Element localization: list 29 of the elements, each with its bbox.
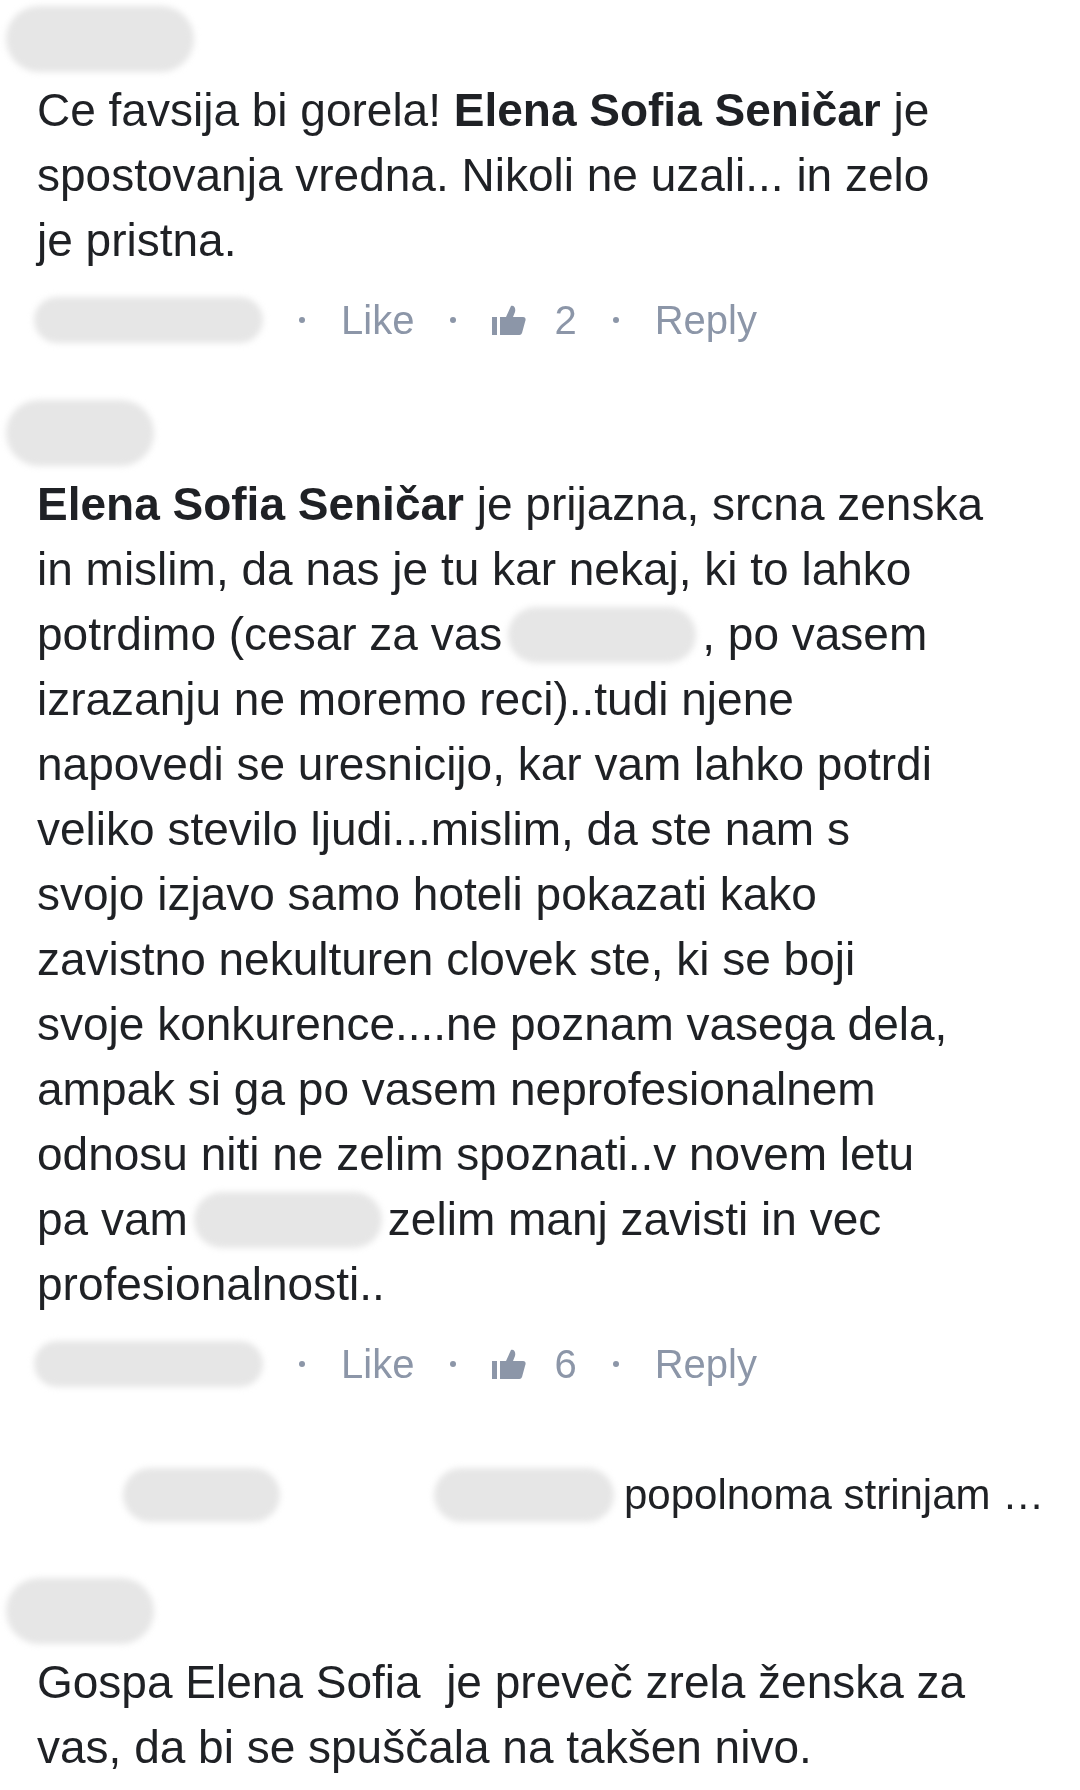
reply-preview-text[interactable]: popolnoma strinjam … bbox=[624, 1466, 1045, 1523]
like-button[interactable]: Like bbox=[341, 295, 415, 345]
comment-text: izrazanju ne moremo reci)..tudi njene bbox=[37, 672, 794, 727]
comment-text: zavistno nekulturen clovek ste, ki se boji bbox=[37, 932, 856, 987]
comment-text: Elena Sofia Seničar je prijazna, srcna zenska bbox=[37, 477, 983, 532]
comment-text: potrdimo (cesar za vas bbox=[37, 607, 503, 662]
comment-text: svoje konkurence....ne poznam vasega dela, bbox=[37, 997, 948, 1052]
like-button[interactable]: Like bbox=[341, 1339, 415, 1389]
comment-text: in mislim, da nas je tu kar nekaj, ki to lahko bbox=[37, 542, 912, 597]
comment-text: profesionalnosti.. bbox=[37, 1257, 385, 1312]
comment-text: spostovanja vredna. Nikoli ne uzali... in zelo bbox=[37, 148, 930, 203]
reply-button[interactable]: Reply bbox=[654, 1339, 757, 1389]
thumbs-up-icon bbox=[492, 1349, 527, 1379]
comment-text: ampak si ga po vasem neprofesionalnem bbox=[37, 1062, 876, 1117]
comment-text: Gospa Elena Sofia je preveč zrela ženska za bbox=[37, 1655, 966, 1710]
comment-text: odnosu niti ne zelim spoznati..v novem letu bbox=[37, 1127, 915, 1182]
comment-text: napovedi se uresnicijo, kar vam lahko potrdi bbox=[37, 737, 932, 792]
comment-text: vas, da bi se spuščala na takšen nivo. bbox=[37, 1720, 812, 1775]
like-count: 6 bbox=[554, 1341, 577, 1388]
comment-text: pa vam bbox=[37, 1192, 188, 1247]
like-count: 2 bbox=[554, 297, 577, 344]
comment-text: veliko stevilo ljudi...mislim, da ste nam s bbox=[37, 802, 850, 857]
reply-button[interactable]: Reply bbox=[654, 295, 757, 345]
thumbs-up-icon bbox=[492, 305, 527, 335]
comment-text: zelim manj zavisti in vec bbox=[387, 1192, 882, 1247]
comment-text: Ce favsija bi gorela! Elena Sofia Seničar je bbox=[37, 83, 930, 138]
comment-text: svojo izjavo samo hoteli pokazati kako bbox=[37, 867, 817, 922]
comment-text: , po vasem bbox=[702, 607, 928, 662]
comment-text: je pristna. bbox=[37, 213, 237, 268]
